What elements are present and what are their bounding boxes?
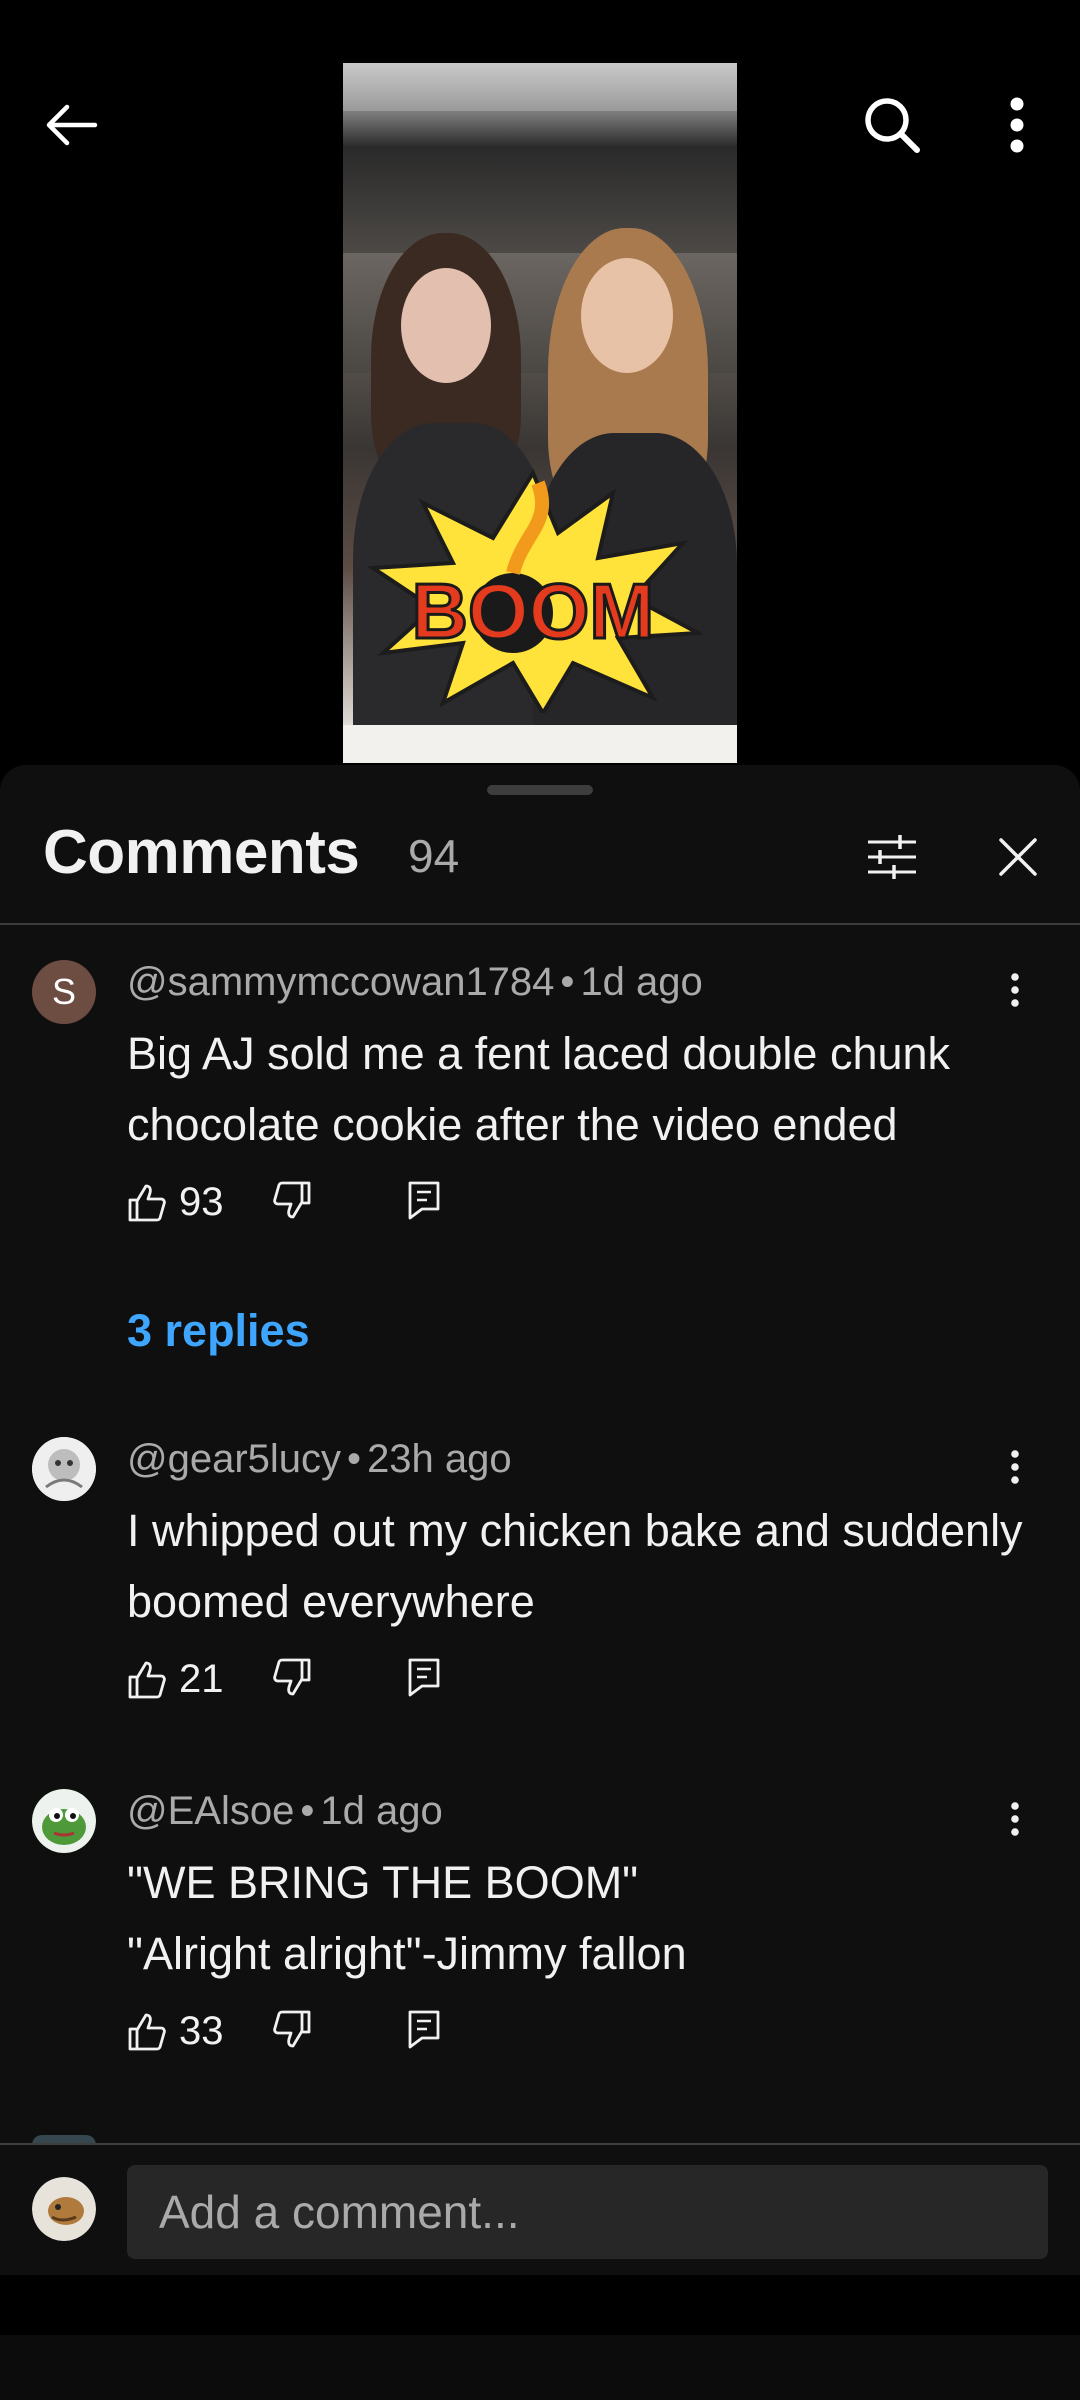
thumbs-up-icon bbox=[128, 1184, 166, 1221]
reply-icon bbox=[408, 1181, 440, 1220]
search-button[interactable] bbox=[852, 85, 932, 165]
comments-count: 94 bbox=[408, 830, 460, 882]
dislike-button[interactable] bbox=[272, 1657, 312, 1702]
reply-button[interactable] bbox=[407, 2009, 441, 2054]
like-button[interactable]: 93 bbox=[127, 1180, 224, 1225]
like-button[interactable]: 33 bbox=[127, 2009, 224, 2054]
comment-actions: 33 bbox=[127, 2009, 527, 2069]
drag-handle[interactable] bbox=[487, 785, 593, 795]
like-count: 21 bbox=[179, 1657, 224, 1701]
comment-item: @gear5lucy • 23h ago I whipped out my chic… bbox=[0, 1437, 1080, 1737]
avatar-letter: S bbox=[51, 971, 76, 1012]
back-button[interactable] bbox=[32, 85, 112, 165]
video-thumbnail[interactable]: BOOM bbox=[343, 63, 737, 763]
comments-sheet: Comments 94 S @sammymccowan1784 • 1d ago B… bbox=[0, 765, 1080, 2275]
add-comment-input[interactable]: Add a comment... bbox=[127, 2165, 1048, 2259]
vertical-dots-icon bbox=[1011, 1450, 1019, 1484]
close-icon bbox=[999, 838, 1037, 876]
comment-text-line: "Alright alright"-Jimmy fallon bbox=[127, 1928, 687, 1979]
avatar-image bbox=[32, 1789, 96, 1853]
vertical-dots-icon bbox=[1011, 1802, 1019, 1836]
avatar[interactable] bbox=[32, 1437, 96, 1501]
comment-meta: @EAlsoe • 1d ago bbox=[127, 1789, 443, 1834]
comment-time: 23h ago bbox=[367, 1437, 512, 1481]
meta-separator: • bbox=[300, 1789, 315, 1833]
boom-text: BOOM bbox=[412, 567, 655, 655]
comment-meta: @sammymccowan1784 • 1d ago bbox=[127, 960, 703, 1005]
comment-more-button[interactable] bbox=[990, 1789, 1040, 1849]
sliders-icon bbox=[868, 835, 916, 879]
comment-actions: 93 bbox=[127, 1180, 527, 1240]
avatar-image bbox=[32, 1437, 96, 1501]
thumbs-up-icon bbox=[128, 1661, 166, 1698]
avatar[interactable]: S bbox=[32, 960, 96, 1024]
comment-text: Big AJ sold me a fent laced double chunk… bbox=[127, 1028, 951, 1150]
like-count: 93 bbox=[179, 1180, 224, 1224]
comment-author[interactable]: @EAlsoe bbox=[127, 1789, 294, 1833]
thumbs-up-icon bbox=[128, 2013, 166, 2050]
comment-text-line: "WE BRING THE BOOM" bbox=[127, 1857, 639, 1908]
like-button[interactable]: 21 bbox=[127, 1657, 224, 1702]
comment-composer: Add a comment... bbox=[0, 2143, 1080, 2273]
current-user-avatar bbox=[32, 2177, 96, 2241]
comment-author[interactable]: @sammymccowan1784 bbox=[127, 960, 554, 1004]
comment-time: 1d ago bbox=[320, 1789, 443, 1833]
vertical-dots-icon bbox=[1010, 97, 1024, 153]
comment-author[interactable]: @gear5lucy bbox=[127, 1437, 341, 1481]
dislike-button[interactable] bbox=[272, 1180, 312, 1225]
arrow-left-icon bbox=[46, 104, 98, 146]
comment-meta: @gear5lucy • 23h ago bbox=[127, 1437, 512, 1482]
thumbs-down-icon bbox=[273, 1658, 311, 1696]
vertical-dots-icon bbox=[1011, 973, 1019, 1007]
avatar-image bbox=[32, 2177, 96, 2241]
thumbnail-background bbox=[343, 725, 737, 763]
comment-time: 1d ago bbox=[580, 960, 703, 1004]
search-icon bbox=[865, 98, 920, 153]
comment-item: @EAlsoe • 1d ago "WE BRING THE BOOM" "Alri… bbox=[0, 1789, 1080, 2089]
dislike-button[interactable] bbox=[272, 2009, 312, 2054]
meta-separator: • bbox=[560, 960, 575, 1004]
system-nav-area bbox=[0, 2275, 1080, 2400]
sort-filter-button[interactable] bbox=[860, 825, 924, 889]
comment-actions: 21 bbox=[127, 1657, 527, 1717]
thumbnail-person bbox=[401, 268, 491, 383]
thumbnail-background bbox=[343, 63, 737, 111]
like-count: 33 bbox=[179, 2009, 224, 2053]
reply-button[interactable] bbox=[407, 1180, 441, 1225]
reply-icon bbox=[408, 1658, 440, 1697]
system-nav-strip bbox=[0, 2335, 1080, 2400]
thumbs-down-icon bbox=[273, 2010, 311, 2048]
comments-title: Comments bbox=[43, 818, 360, 887]
comment-text: "WE BRING THE BOOM" "Alright alright"-Ji… bbox=[127, 1847, 1027, 1989]
boom-sticker: BOOM bbox=[366, 468, 703, 713]
view-replies-link[interactable]: 3 replies bbox=[127, 1305, 310, 1357]
thumbs-down-icon bbox=[273, 1181, 311, 1219]
comment-more-button[interactable] bbox=[990, 1437, 1040, 1497]
thumbnail-person bbox=[581, 258, 673, 373]
reply-button[interactable] bbox=[407, 1657, 441, 1702]
avatar[interactable] bbox=[32, 1789, 96, 1853]
comment-item: S @sammymccowan1784 • 1d ago Big AJ sold m… bbox=[0, 960, 1080, 1380]
more-options-button[interactable] bbox=[977, 85, 1057, 165]
meta-separator: • bbox=[347, 1437, 362, 1481]
reply-icon bbox=[408, 2010, 440, 2049]
close-comments-button[interactable] bbox=[986, 825, 1050, 889]
comments-header: Comments 94 bbox=[0, 765, 1080, 925]
comment-more-button[interactable] bbox=[990, 960, 1040, 1020]
comment-text: I whipped out my chicken bake and sudden… bbox=[127, 1505, 1023, 1627]
video-player[interactable]: BOOM bbox=[0, 0, 1080, 765]
